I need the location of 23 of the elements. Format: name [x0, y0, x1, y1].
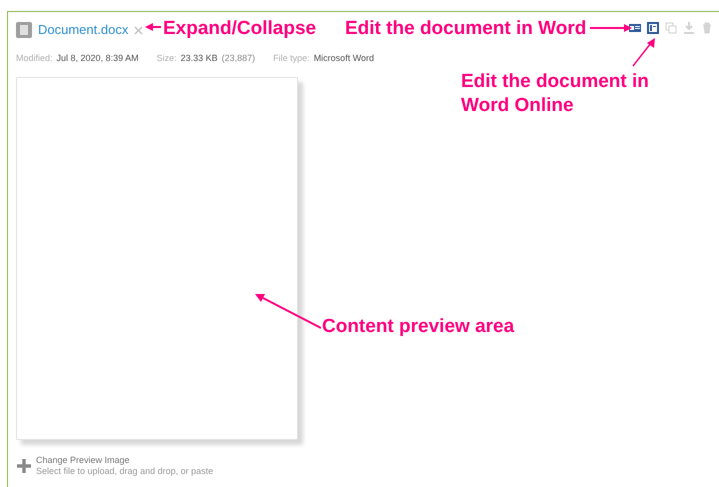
annotation-label: Content preview area	[322, 315, 514, 339]
meta-extra: (23,887)	[222, 52, 256, 65]
meta-value: Microsoft Word	[314, 52, 374, 65]
arrow-drawing	[590, 23, 632, 33]
collapse-icon[interactable]	[134, 26, 144, 34]
meta-label: Size:	[156, 52, 177, 65]
annotation-label: Edit the document in Word	[345, 17, 586, 41]
document-icon[interactable]	[647, 22, 659, 34]
arrow-drawing	[632, 37, 656, 67]
meta-label: Modified:	[16, 52, 53, 65]
meta-value: Jul 8, 2020, 8:39 AM	[56, 52, 139, 65]
arrow-drawing	[255, 293, 321, 329]
file-name-link[interactable]: Document.docx	[38, 20, 128, 40]
document-icon	[16, 22, 32, 38]
word-icon[interactable]	[629, 22, 641, 34]
meta-value: 23.33 KB	[180, 52, 218, 65]
arrow-drawing	[145, 22, 161, 32]
annotation-label: Expand/Collapse	[163, 17, 316, 41]
plus-icon[interactable]	[17, 458, 31, 472]
change-preview-hint: Select file to upload, drag and drop, or paste	[36, 466, 214, 476]
change-preview-title[interactable]: Change Preview Image	[36, 454, 214, 466]
meta-label: File type:	[273, 52, 310, 65]
annotation-label: Edit the document in Word Online	[461, 70, 650, 118]
